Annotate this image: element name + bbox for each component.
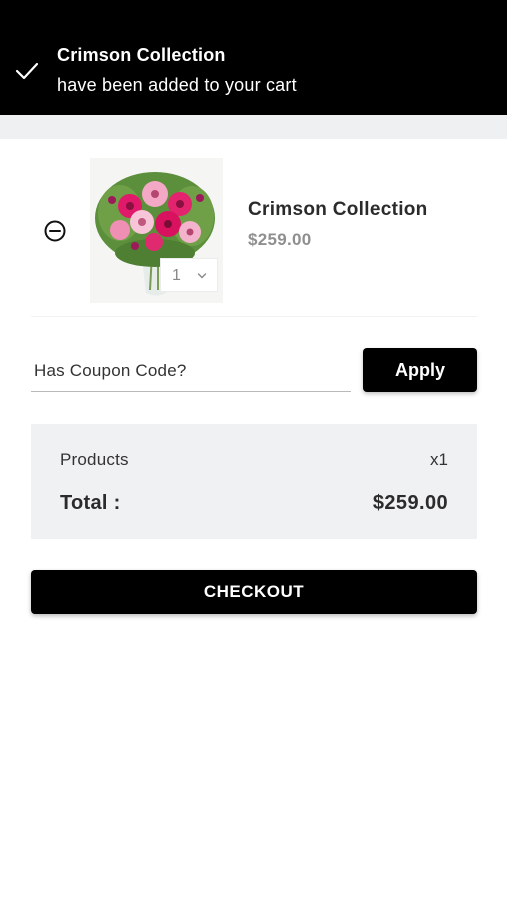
total-value: $259.00 bbox=[372, 492, 448, 514]
item-divider bbox=[31, 316, 477, 317]
quantity-value: 1 bbox=[172, 267, 181, 284]
total-label: Total : bbox=[60, 492, 121, 514]
order-summary: Products x1 Total : $259.00 bbox=[31, 424, 477, 539]
item-name: Crimson Collection bbox=[248, 199, 428, 220]
quantity-select[interactable]: 1 bbox=[160, 258, 218, 292]
apply-coupon-button[interactable]: Apply bbox=[363, 348, 477, 392]
header-band bbox=[0, 115, 507, 139]
toast-title: Crimson Collection bbox=[57, 45, 226, 65]
added-to-cart-toast: Crimson Collection have been added to yo… bbox=[0, 0, 507, 115]
products-count: x1 bbox=[430, 450, 448, 469]
checkout-button[interactable]: CHECKOUT bbox=[31, 570, 477, 614]
products-label: Products bbox=[60, 450, 129, 469]
check-icon bbox=[15, 62, 39, 80]
item-price: $259.00 bbox=[248, 230, 312, 249]
coupon-input[interactable] bbox=[31, 350, 351, 392]
toast-message: have been added to your cart bbox=[57, 75, 297, 95]
chevron-down-icon bbox=[197, 273, 207, 279]
minus-circle-icon[interactable] bbox=[43, 219, 67, 243]
